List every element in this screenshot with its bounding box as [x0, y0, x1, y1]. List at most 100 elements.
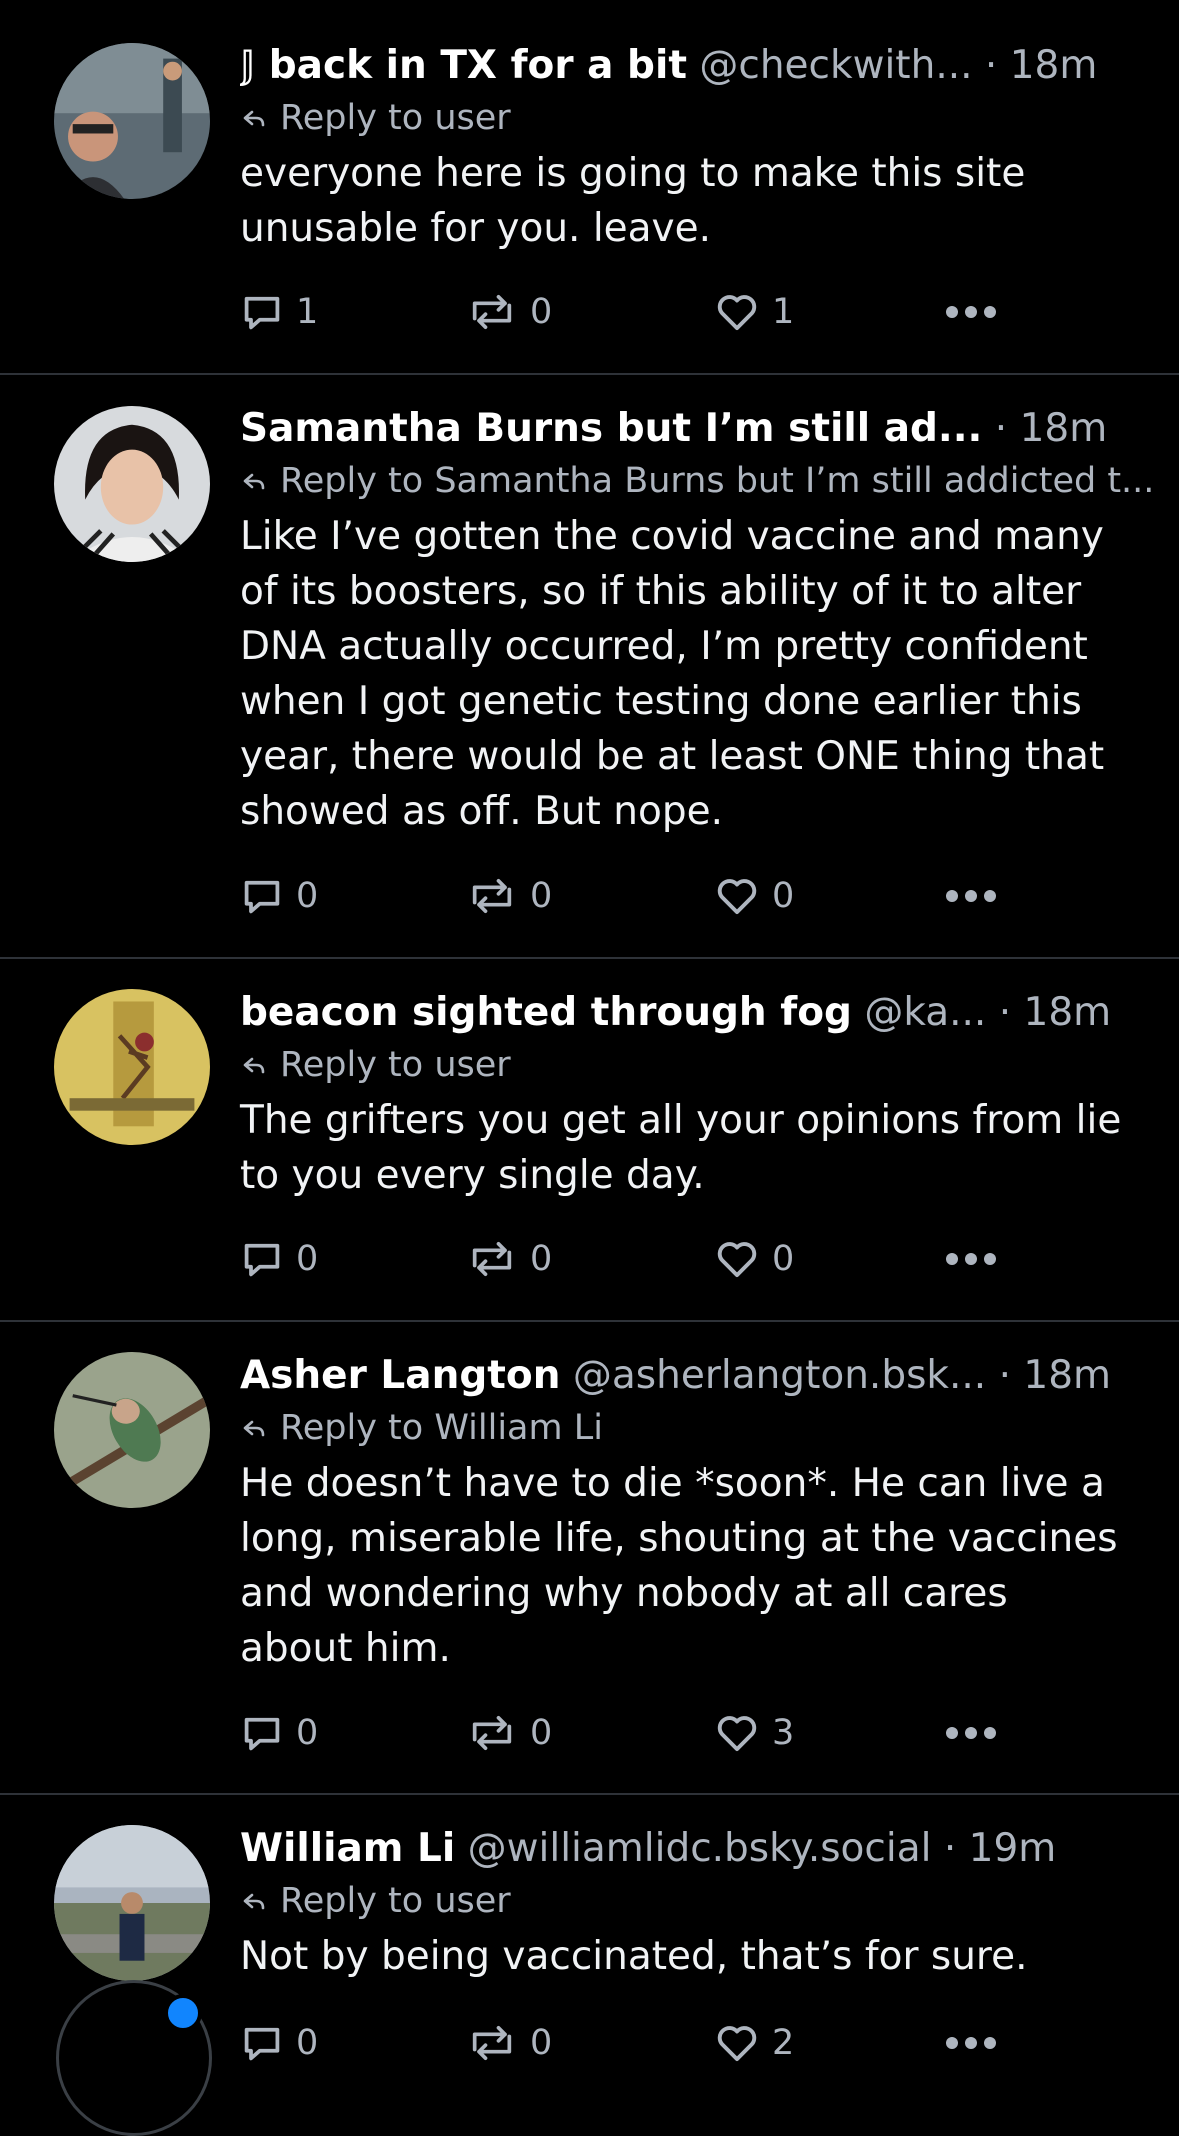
comment-bubble-icon	[244, 880, 280, 914]
author-name[interactable]: Samantha Burns but I’m still ad...	[240, 406, 982, 451]
post-text-line: long, miserable life, shouting at the va…	[240, 1516, 1118, 1561]
post-text-line: Like I’ve gotten the covid vaccine and m…	[240, 514, 1104, 559]
comment-bubble-icon	[244, 1717, 280, 1751]
post-actions: 1 0 1	[240, 287, 1020, 337]
avatar[interactable]	[54, 1352, 210, 1508]
status-dot	[164, 1994, 202, 2032]
like-count: 3	[772, 1713, 795, 1753]
more-button[interactable]	[944, 1708, 998, 1758]
reply-to-text: Reply to Samantha Burns but I’m still ad…	[280, 461, 1155, 501]
like-button[interactable]: 1	[714, 287, 794, 337]
reply-button[interactable]: 0	[240, 1708, 318, 1758]
post-time[interactable]: · 19m	[944, 1826, 1056, 1871]
like-button[interactable]: 0	[714, 1234, 794, 1284]
like-count: 0	[772, 876, 795, 916]
more-button[interactable]	[944, 287, 998, 337]
post-text-line: and wondering why nobody at all cares	[240, 1571, 1008, 1616]
post-time[interactable]: · 18m	[985, 43, 1097, 88]
repost-count: 0	[530, 292, 553, 332]
post-divider	[0, 1320, 1179, 1322]
comment-bubble-icon	[244, 296, 280, 330]
repost-button[interactable]: 0	[466, 1234, 552, 1284]
post-header: Asher Langton @asherlangton.bsk... · 18m	[240, 1350, 1159, 1402]
reply-button[interactable]: 1	[240, 287, 318, 337]
heart-icon	[717, 879, 757, 915]
reply-count: 0	[296, 1239, 319, 1279]
more-button[interactable]	[944, 1234, 998, 1284]
heart-icon	[717, 1716, 757, 1752]
heart-icon	[717, 2026, 757, 2062]
author-handle[interactable]: @checkwith...	[699, 43, 972, 88]
author-handle[interactable]: @asherlangton.bsk...	[573, 1353, 986, 1398]
reply-arrow-icon	[240, 1041, 268, 1093]
avatar[interactable]	[54, 1825, 210, 1981]
comment-bubble-icon	[244, 1243, 280, 1277]
heart-icon	[717, 1242, 757, 1278]
reply-arrow-icon	[240, 94, 268, 146]
repost-button[interactable]: 0	[466, 871, 552, 921]
more-dots-icon	[946, 306, 996, 318]
repost-icon	[472, 2025, 512, 2061]
reply-button[interactable]: 0	[240, 1234, 318, 1284]
more-button[interactable]	[944, 871, 998, 921]
post-text: He doesn’t have to die *soon*. He can li…	[240, 1456, 1159, 1676]
post-time[interactable]: · 18m	[999, 1353, 1111, 1398]
avatar[interactable]	[54, 43, 210, 199]
author-name[interactable]: beacon sighted through fog	[240, 990, 852, 1035]
reply-count: 0	[296, 876, 319, 916]
like-button[interactable]: 0	[714, 871, 794, 921]
reply-count: 0	[296, 2023, 319, 2063]
repost-count: 0	[530, 1713, 553, 1753]
post-header: 𝕁 back in TX for a bit @checkwith... · 1…	[240, 40, 1159, 92]
like-button[interactable]: 3	[714, 1708, 794, 1758]
reply-context[interactable]: Reply to Samantha Burns but I’m still ad…	[240, 455, 1159, 509]
repost-icon	[472, 1241, 512, 1277]
reply-context[interactable]: Reply to user	[240, 1039, 1159, 1093]
post-text: The grifters you get all your opinions f…	[240, 1093, 1159, 1203]
like-count: 2	[772, 2023, 795, 2063]
post-text: Not by being vaccinated, that’s for sure…	[240, 1929, 1159, 1984]
reply-arrow-icon	[240, 1404, 268, 1456]
author-name[interactable]: Asher Langton	[240, 1353, 560, 1398]
repost-icon	[472, 1715, 512, 1751]
reply-arrow-icon	[240, 1877, 268, 1929]
avatar[interactable]	[54, 989, 210, 1145]
reply-to-text: Reply to user	[280, 1881, 511, 1921]
author-handle[interactable]: @williamlidc.bsky.social	[468, 1826, 932, 1871]
repost-button[interactable]: 0	[466, 287, 552, 337]
like-button[interactable]: 2	[714, 2018, 794, 2068]
post-text-line: Not by being vaccinated, that’s for sure…	[240, 1934, 1028, 1979]
post-time[interactable]: · 18m	[999, 990, 1111, 1035]
author-name[interactable]: 𝕁 back in TX for a bit	[240, 43, 687, 88]
post-header: Samantha Burns but I’m still ad... · 18m	[240, 403, 1159, 455]
reply-context[interactable]: Reply to user	[240, 1875, 1159, 1929]
post-text-line: He doesn’t have to die *soon*. He can li…	[240, 1461, 1105, 1506]
reply-context[interactable]: Reply to William Li	[240, 1402, 1159, 1456]
reply-button[interactable]: 0	[240, 871, 318, 921]
post-divider	[0, 957, 1179, 959]
reply-to-text: Reply to user	[280, 1045, 511, 1085]
repost-icon	[472, 294, 512, 330]
author-name[interactable]: William Li	[240, 1826, 455, 1871]
reply-count: 1	[296, 292, 319, 332]
repost-count: 0	[530, 1239, 553, 1279]
post-text-line: about him.	[240, 1626, 451, 1671]
post-header: William Li @williamlidc.bsky.social · 19…	[240, 1823, 1159, 1875]
post-actions: 0 0 0	[240, 871, 1020, 921]
post-text: everyone here is going to make this site…	[240, 146, 1159, 256]
repost-button[interactable]: 0	[466, 2018, 552, 2068]
post-actions: 0 0 0	[240, 1234, 1020, 1284]
reply-context[interactable]: Reply to user	[240, 92, 1159, 146]
reply-button[interactable]: 0	[240, 2018, 318, 2068]
post-header: beacon sighted through fog @ka... · 18m	[240, 987, 1159, 1039]
repost-button[interactable]: 0	[466, 1708, 552, 1758]
repost-count: 0	[530, 876, 553, 916]
more-button[interactable]	[944, 2018, 998, 2068]
reply-to-text: Reply to user	[280, 98, 511, 138]
author-handle[interactable]: @ka...	[864, 990, 986, 1035]
post-actions: 0 0 2	[240, 2018, 1020, 2068]
like-count: 1	[772, 292, 795, 332]
reply-arrow-icon	[240, 457, 268, 509]
avatar[interactable]	[54, 406, 210, 562]
post-time[interactable]: · 18m	[995, 406, 1107, 451]
